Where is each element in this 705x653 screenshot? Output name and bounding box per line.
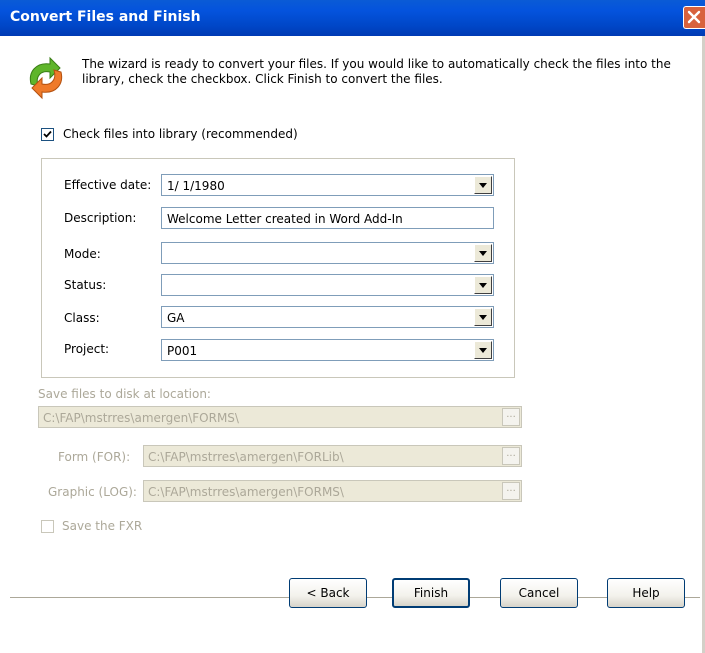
checkin-checkbox[interactable] [41,128,54,141]
save-location-label: Save files to disk at location: [38,387,211,401]
chevron-down-icon [479,315,487,320]
status-label: Status: [64,278,107,292]
effective-date-label: Effective date: [64,178,152,192]
convert-arrows-icon [29,56,63,100]
checkin-label: Check files into library (recommended) [63,127,298,141]
checkmark-icon [43,130,52,138]
form-path-label: Form (FOR): [58,450,131,464]
cancel-button[interactable]: Cancel [500,578,578,608]
save-location-field[interactable]: C:\FAP\mstrres\amergen\FORMS\ ... [38,406,522,428]
mode-field[interactable] [161,242,494,264]
graphic-path-label: Graphic (LOG): [48,485,137,499]
status-dropdown-button[interactable] [474,276,492,294]
window-title: Convert Files and Finish [10,9,201,25]
project-field[interactable]: P001 [161,339,494,361]
effective-date-dropdown-button[interactable] [474,176,492,194]
back-button[interactable]: < Back [289,578,367,608]
save-location-value: C:\FAP\mstrres\amergen\FORMS\ [43,411,239,425]
chevron-down-icon [479,183,487,188]
form-path-field[interactable]: C:\FAP\mstrres\amergen\FORLib\ ... [143,445,522,467]
help-button[interactable]: Help [607,578,685,608]
close-icon [687,10,701,24]
form-path-value: C:\FAP\mstrres\amergen\FORLib\ [148,450,344,464]
close-button[interactable] [683,6,705,29]
save-location-browse-button[interactable]: ... [502,408,520,426]
effective-date-value: 1/ 1/1980 [167,179,225,193]
chevron-down-icon [479,348,487,353]
description-value: Welcome Letter created in Word Add-In [167,212,403,226]
project-value: P001 [167,344,198,358]
description-label: Description: [64,211,137,225]
graphic-path-field[interactable]: C:\FAP\mstrres\amergen\FORMS\ ... [143,480,522,502]
save-fxr-checkbox[interactable] [41,520,54,533]
intro-text: The wizard is ready to convert your file… [82,57,671,86]
wizard-panel: The wizard is ready to convert your file… [0,36,705,653]
finish-button[interactable]: Finish [392,578,470,608]
title-bar: Convert Files and Finish [0,0,705,36]
graphic-path-value: C:\FAP\mstrres\amergen\FORMS\ [148,485,344,499]
effective-date-field[interactable]: 1/ 1/1980 [161,174,494,196]
class-field[interactable]: GA [161,306,494,328]
save-fxr-label: Save the FXR [62,519,143,533]
chevron-down-icon [479,283,487,288]
project-label: Project: [64,342,110,356]
mode-label: Mode: [64,247,101,261]
chevron-down-icon [479,251,487,256]
class-value: GA [167,311,185,325]
status-field[interactable] [161,274,494,296]
description-field[interactable]: Welcome Letter created in Word Add-In [161,207,494,229]
class-label: Class: [64,311,100,325]
class-dropdown-button[interactable] [474,308,492,326]
project-dropdown-button[interactable] [474,341,492,359]
graphic-path-browse-button[interactable]: ... [502,482,520,500]
mode-dropdown-button[interactable] [474,244,492,262]
form-path-browse-button[interactable]: ... [502,447,520,465]
